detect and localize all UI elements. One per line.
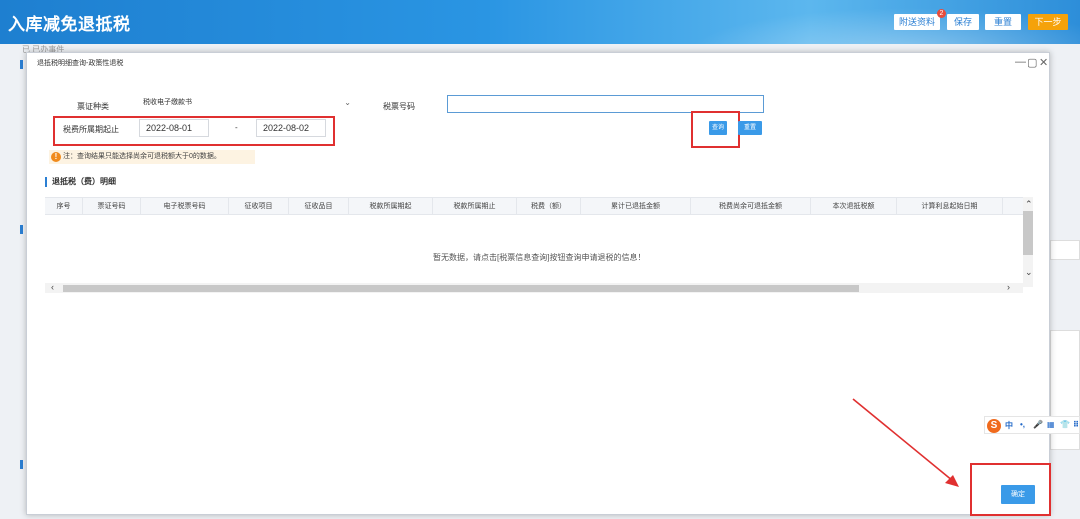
query-button[interactable]: 查询 <box>709 121 727 135</box>
scroll-left-icon[interactable]: ‹ <box>51 282 54 292</box>
period-label: 税费所属期起止 <box>63 125 119 134</box>
ticket-type-value: 税收电子缴款书 <box>143 99 192 106</box>
background-section-marker <box>20 225 23 234</box>
scroll-right-icon[interactable]: › <box>1007 282 1010 292</box>
background-section-marker <box>20 460 23 469</box>
column-header: 税款所属期起 <box>349 198 433 215</box>
ticket-type-select[interactable]: 税收电子缴款书 ⌄ <box>137 95 355 113</box>
column-header: 累计已退抵金额 <box>581 198 691 215</box>
skin-icon[interactable]: 👕 <box>1060 420 1070 429</box>
vertical-scroll-thumb[interactable] <box>1023 211 1033 255</box>
table-header: 序号 票证号码 电子税票号码 征收项目 征收品目 税款所属期起 税款所属期止 税… <box>45 197 1023 215</box>
column-header: 税款所属期止 <box>433 198 517 215</box>
reset-button[interactable]: 重置 <box>738 121 762 135</box>
header-bar: 入库减免退抵税 附送资料 2 保存 重置 下一步 <box>0 0 1080 44</box>
ime-chinese-icon[interactable]: 中 <box>1005 420 1013 431</box>
empty-table-message: 暂无数据，请点击[税票信息查询]按钮查询申请退税的信息！ <box>433 253 646 262</box>
background-field <box>1050 240 1080 260</box>
ticket-number-label: 税票号码 <box>383 102 415 111</box>
scroll-up-icon[interactable]: ⌃ <box>1025 199 1033 210</box>
attachments-badge: 2 <box>937 9 946 18</box>
column-header: 税费尚余可退抵金额 <box>691 198 811 215</box>
maximize-icon[interactable]: ▢ <box>1027 56 1037 69</box>
column-header: 税费（额） <box>517 198 581 215</box>
toolbox-icon[interactable]: ⠿ <box>1073 420 1079 429</box>
dialog-title: 退抵税明细查询-政策性退税 <box>37 60 124 67</box>
scroll-down-icon[interactable]: ⌄ <box>1025 267 1033 278</box>
attachments-button[interactable]: 附送资料 <box>894 14 940 30</box>
notice-bar: ! 注：查询结果只能选择尚余可退税额大于0的数据。 <box>49 150 255 164</box>
ime-punctuation-icon[interactable]: •, <box>1020 420 1025 429</box>
ime-toolbar: S 中 •, 🎤 ▦ 👕 ⠿ <box>984 416 1080 434</box>
period-start-input[interactable]: 2022-08-01 <box>139 119 209 137</box>
column-header: 计算利息起始日期 <box>897 198 1003 215</box>
red-arrow-annotation <box>852 398 959 487</box>
section-title: 退抵税（费）明细 <box>45 177 116 187</box>
notice-text: 注：查询结果只能选择尚余可退税额大于0的数据。 <box>63 153 221 160</box>
column-header: 电子税票号码 <box>141 198 229 215</box>
ticket-type-label: 票证种类 <box>77 102 109 111</box>
warning-icon: ! <box>51 152 61 162</box>
query-dialog: 退抵税明细查询-政策性退税 — ▢ ✕ 票证种类 税收电子缴款书 ⌄ 税票号码 … <box>26 52 1050 515</box>
minimize-icon[interactable]: — <box>1015 56 1026 68</box>
background-section-marker <box>20 60 23 69</box>
confirm-button[interactable]: 确定 <box>1001 485 1035 504</box>
microphone-icon[interactable]: 🎤 <box>1033 420 1043 429</box>
column-header: 票证号码 <box>83 198 141 215</box>
close-icon[interactable]: ✕ <box>1039 56 1048 69</box>
horizontal-scroll-thumb[interactable] <box>63 285 859 292</box>
column-header: 序号 <box>45 198 83 215</box>
keyboard-icon[interactable]: ▦ <box>1047 420 1055 429</box>
sogou-logo-icon: S <box>987 419 1001 433</box>
period-separator: - <box>235 123 238 132</box>
page-title: 入库减免退抵税 <box>8 15 131 34</box>
chevron-down-icon: ⌄ <box>344 98 351 107</box>
next-step-button[interactable]: 下一步 <box>1028 14 1068 30</box>
reset-page-button[interactable]: 重置 <box>985 14 1021 30</box>
period-end-input[interactable]: 2022-08-02 <box>256 119 326 137</box>
save-button[interactable]: 保存 <box>947 14 979 30</box>
column-header: 本次退抵税额 <box>811 198 897 215</box>
column-header: 征收品目 <box>289 198 349 215</box>
column-header: 征收项目 <box>229 198 289 215</box>
